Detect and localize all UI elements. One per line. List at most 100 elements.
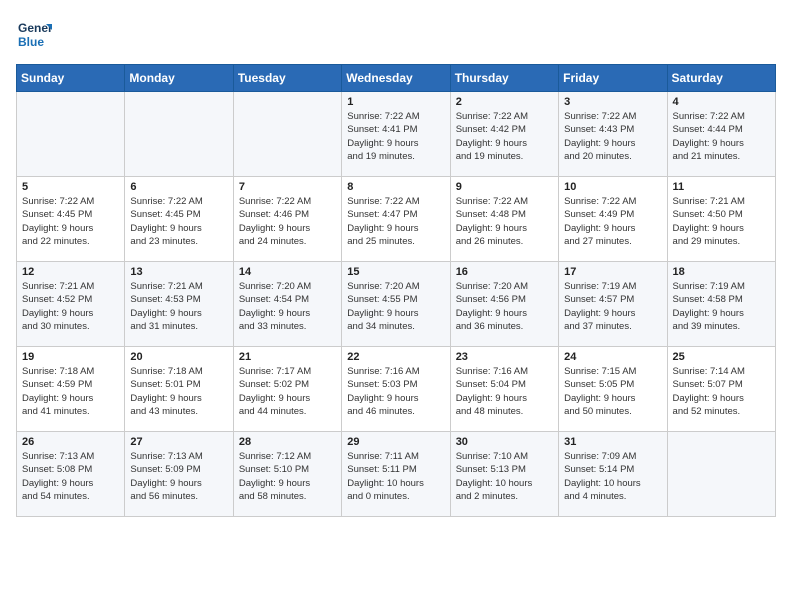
day-info: Sunrise: 7:20 AM Sunset: 4:56 PM Dayligh…	[456, 280, 553, 333]
day-number: 31	[564, 436, 661, 448]
day-cell: 29 Sunrise: 7:11 AM Sunset: 5:11 PM Dayli…	[342, 432, 450, 517]
day-info: Sunrise: 7:22 AM Sunset: 4:48 PM Dayligh…	[456, 195, 553, 248]
day-cell	[667, 432, 775, 517]
day-info: Sunrise: 7:22 AM Sunset: 4:42 PM Dayligh…	[456, 110, 553, 163]
day-number: 22	[347, 351, 444, 363]
day-number: 24	[564, 351, 661, 363]
day-cell: 6 Sunrise: 7:22 AM Sunset: 4:45 PM Daylig…	[125, 177, 233, 262]
day-number: 15	[347, 266, 444, 278]
day-cell: 31 Sunrise: 7:09 AM Sunset: 5:14 PM Dayli…	[559, 432, 667, 517]
calendar-body: 1 Sunrise: 7:22 AM Sunset: 4:41 PM Daylig…	[17, 92, 776, 517]
day-info: Sunrise: 7:14 AM Sunset: 5:07 PM Dayligh…	[673, 365, 770, 418]
week-row-5: 26 Sunrise: 7:13 AM Sunset: 5:08 PM Dayli…	[17, 432, 776, 517]
day-cell: 2 Sunrise: 7:22 AM Sunset: 4:42 PM Daylig…	[450, 92, 558, 177]
day-cell: 13 Sunrise: 7:21 AM Sunset: 4:53 PM Dayli…	[125, 262, 233, 347]
week-row-2: 5 Sunrise: 7:22 AM Sunset: 4:45 PM Daylig…	[17, 177, 776, 262]
day-cell: 15 Sunrise: 7:20 AM Sunset: 4:55 PM Dayli…	[342, 262, 450, 347]
weekday-tuesday: Tuesday	[233, 65, 341, 92]
day-cell: 28 Sunrise: 7:12 AM Sunset: 5:10 PM Dayli…	[233, 432, 341, 517]
day-info: Sunrise: 7:21 AM Sunset: 4:52 PM Dayligh…	[22, 280, 119, 333]
weekday-header-row: SundayMondayTuesdayWednesdayThursdayFrid…	[17, 65, 776, 92]
day-cell: 11Sunrise: 7:21 AM Sunset: 4:50 PM Dayli…	[667, 177, 775, 262]
day-info: Sunrise: 7:11 AM Sunset: 5:11 PM Dayligh…	[347, 450, 444, 503]
day-number: 19	[22, 351, 119, 363]
day-info: Sunrise: 7:20 AM Sunset: 4:54 PM Dayligh…	[239, 280, 336, 333]
day-number: 23	[456, 351, 553, 363]
week-row-4: 19 Sunrise: 7:18 AM Sunset: 4:59 PM Dayli…	[17, 347, 776, 432]
day-cell: 23 Sunrise: 7:16 AM Sunset: 5:04 PM Dayli…	[450, 347, 558, 432]
logo: General Blue	[16, 16, 52, 52]
day-number: 7	[239, 181, 336, 193]
day-info: Sunrise: 7:22 AM Sunset: 4:45 PM Dayligh…	[22, 195, 119, 248]
day-info: Sunrise: 7:13 AM Sunset: 5:09 PM Dayligh…	[130, 450, 227, 503]
day-info: Sunrise: 7:20 AM Sunset: 4:55 PM Dayligh…	[347, 280, 444, 333]
day-number: 12	[22, 266, 119, 278]
day-info: Sunrise: 7:18 AM Sunset: 5:01 PM Dayligh…	[130, 365, 227, 418]
day-cell: 12 Sunrise: 7:21 AM Sunset: 4:52 PM Dayli…	[17, 262, 125, 347]
day-info: Sunrise: 7:18 AM Sunset: 4:59 PM Dayligh…	[22, 365, 119, 418]
day-cell: 3 Sunrise: 7:22 AM Sunset: 4:43 PM Daylig…	[559, 92, 667, 177]
day-info: Sunrise: 7:15 AM Sunset: 5:05 PM Dayligh…	[564, 365, 661, 418]
page-header: General Blue	[16, 16, 776, 52]
day-info: Sunrise: 7:12 AM Sunset: 5:10 PM Dayligh…	[239, 450, 336, 503]
day-number: 17	[564, 266, 661, 278]
svg-text:General: General	[18, 21, 52, 35]
day-number: 16	[456, 266, 553, 278]
day-cell: 5 Sunrise: 7:22 AM Sunset: 4:45 PM Daylig…	[17, 177, 125, 262]
day-number: 8	[347, 181, 444, 193]
day-number: 9	[456, 181, 553, 193]
day-cell	[125, 92, 233, 177]
day-cell: 16 Sunrise: 7:20 AM Sunset: 4:56 PM Dayli…	[450, 262, 558, 347]
day-info: Sunrise: 7:22 AM Sunset: 4:47 PM Dayligh…	[347, 195, 444, 248]
day-cell: 4 Sunrise: 7:22 AM Sunset: 4:44 PM Daylig…	[667, 92, 775, 177]
day-number: 21	[239, 351, 336, 363]
day-number: 2	[456, 96, 553, 108]
week-row-1: 1 Sunrise: 7:22 AM Sunset: 4:41 PM Daylig…	[17, 92, 776, 177]
day-number: 18	[673, 266, 770, 278]
weekday-monday: Monday	[125, 65, 233, 92]
calendar-table: SundayMondayTuesdayWednesdayThursdayFrid…	[16, 64, 776, 517]
day-number: 30	[456, 436, 553, 448]
day-cell: 25Sunrise: 7:14 AM Sunset: 5:07 PM Dayli…	[667, 347, 775, 432]
day-info: Sunrise: 7:10 AM Sunset: 5:13 PM Dayligh…	[456, 450, 553, 503]
day-cell: 21Sunrise: 7:17 AM Sunset: 5:02 PM Dayli…	[233, 347, 341, 432]
day-cell: 17Sunrise: 7:19 AM Sunset: 4:57 PM Dayli…	[559, 262, 667, 347]
day-info: Sunrise: 7:22 AM Sunset: 4:43 PM Dayligh…	[564, 110, 661, 163]
day-cell: 27 Sunrise: 7:13 AM Sunset: 5:09 PM Dayli…	[125, 432, 233, 517]
day-number: 3	[564, 96, 661, 108]
weekday-wednesday: Wednesday	[342, 65, 450, 92]
day-info: Sunrise: 7:09 AM Sunset: 5:14 PM Dayligh…	[564, 450, 661, 503]
day-info: Sunrise: 7:22 AM Sunset: 4:44 PM Dayligh…	[673, 110, 770, 163]
day-number: 20	[130, 351, 227, 363]
day-cell: 7Sunrise: 7:22 AM Sunset: 4:46 PM Daylig…	[233, 177, 341, 262]
day-info: Sunrise: 7:21 AM Sunset: 4:53 PM Dayligh…	[130, 280, 227, 333]
day-number: 1	[347, 96, 444, 108]
day-number: 29	[347, 436, 444, 448]
day-cell: 9 Sunrise: 7:22 AM Sunset: 4:48 PM Daylig…	[450, 177, 558, 262]
day-info: Sunrise: 7:16 AM Sunset: 5:03 PM Dayligh…	[347, 365, 444, 418]
day-number: 5	[22, 181, 119, 193]
svg-text:Blue: Blue	[18, 35, 44, 49]
day-cell: 26 Sunrise: 7:13 AM Sunset: 5:08 PM Dayli…	[17, 432, 125, 517]
logo-icon: General Blue	[16, 16, 52, 52]
week-row-3: 12 Sunrise: 7:21 AM Sunset: 4:52 PM Dayli…	[17, 262, 776, 347]
day-number: 13	[130, 266, 227, 278]
day-number: 28	[239, 436, 336, 448]
weekday-thursday: Thursday	[450, 65, 558, 92]
day-cell	[233, 92, 341, 177]
day-info: Sunrise: 7:13 AM Sunset: 5:08 PM Dayligh…	[22, 450, 119, 503]
day-cell: 1 Sunrise: 7:22 AM Sunset: 4:41 PM Daylig…	[342, 92, 450, 177]
day-info: Sunrise: 7:22 AM Sunset: 4:45 PM Dayligh…	[130, 195, 227, 248]
day-info: Sunrise: 7:22 AM Sunset: 4:41 PM Dayligh…	[347, 110, 444, 163]
day-info: Sunrise: 7:21 AM Sunset: 4:50 PM Dayligh…	[673, 195, 770, 248]
day-cell: 20 Sunrise: 7:18 AM Sunset: 5:01 PM Dayli…	[125, 347, 233, 432]
day-info: Sunrise: 7:16 AM Sunset: 5:04 PM Dayligh…	[456, 365, 553, 418]
day-number: 27	[130, 436, 227, 448]
day-number: 26	[22, 436, 119, 448]
day-number: 4	[673, 96, 770, 108]
weekday-saturday: Saturday	[667, 65, 775, 92]
day-cell: 18Sunrise: 7:19 AM Sunset: 4:58 PM Dayli…	[667, 262, 775, 347]
day-cell: 22 Sunrise: 7:16 AM Sunset: 5:03 PM Dayli…	[342, 347, 450, 432]
day-number: 6	[130, 181, 227, 193]
day-number: 10	[564, 181, 661, 193]
